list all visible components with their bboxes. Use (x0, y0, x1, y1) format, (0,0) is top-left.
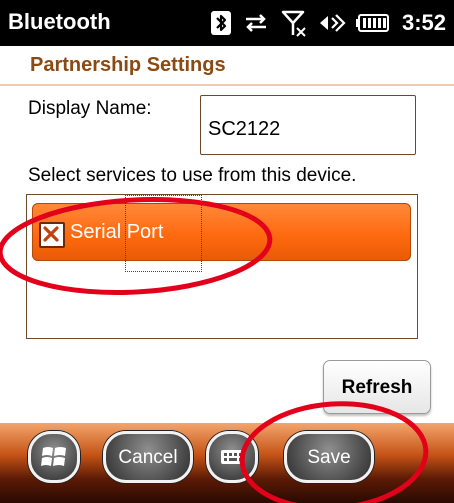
status-icons: 3:52 (210, 8, 446, 38)
header-divider (0, 84, 454, 86)
list-item-serial-port[interactable]: Serial Port (32, 203, 411, 261)
focus-rectangle (125, 195, 202, 272)
checkmark-x-icon (43, 226, 59, 242)
services-instruction-label: Select services to use from this device. (28, 165, 357, 186)
signal-off-icon[interactable] (280, 9, 308, 37)
page-title: Partnership Settings (30, 54, 226, 76)
serial-port-checkbox[interactable] (39, 222, 65, 248)
cancel-label: Cancel (118, 447, 178, 468)
windows-start-icon (41, 447, 66, 466)
refresh-button[interactable]: Refresh (323, 360, 431, 414)
clock[interactable]: 3:52 (402, 10, 446, 36)
keyboard-icon (221, 450, 243, 464)
status-bar: Bluetooth 3:52 (0, 0, 454, 46)
battery-icon[interactable] (355, 13, 390, 33)
display-name-value[interactable]: SC2122 (208, 118, 280, 141)
page-header: Partnership Settings (0, 46, 454, 86)
services-list[interactable]: Serial Port (26, 194, 418, 339)
display-name-field[interactable]: SC2122 (200, 95, 416, 155)
save-button[interactable]: Save (284, 431, 374, 483)
refresh-label: Refresh (341, 377, 413, 398)
save-label: Save (307, 447, 351, 468)
cancel-button[interactable]: Cancel (103, 431, 193, 483)
keyboard-button[interactable] (206, 431, 258, 483)
bluetooth-icon[interactable] (210, 10, 232, 36)
connectivity-arrows-icon[interactable] (242, 11, 270, 35)
app-title: Bluetooth (8, 9, 111, 34)
start-button[interactable] (28, 431, 80, 483)
display-name-label: Display Name: (28, 98, 152, 119)
volume-icon[interactable] (318, 11, 346, 35)
